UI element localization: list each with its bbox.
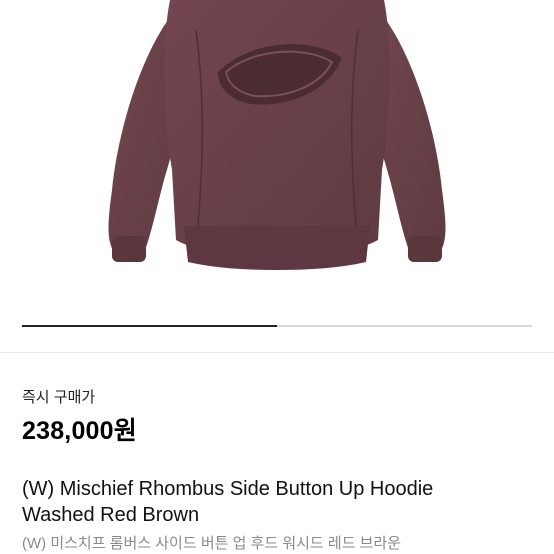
section-divider — [0, 352, 554, 353]
product-title-line2: Washed Red Brown — [22, 504, 200, 526]
product-title[interactable]: (W) Mischief Rhombus Side Button Up Hood… — [22, 476, 542, 528]
hoodie-illustration — [108, 0, 446, 270]
product-subtitle: (W) 미스치프 롬버스 사이드 버튼 업 후드 워시드 레드 브라운 — [22, 535, 402, 552]
price: 238,000원 — [22, 417, 137, 445]
product-title-line1: (W) Mischief Rhombus Side Button Up Hood… — [22, 478, 434, 500]
image-carousel-indicator — [22, 325, 532, 327]
carousel-progress-fill — [22, 325, 277, 327]
product-image[interactable] — [0, 0, 554, 312]
instant-purchase-label: 즉시 구매가 — [22, 389, 96, 406]
